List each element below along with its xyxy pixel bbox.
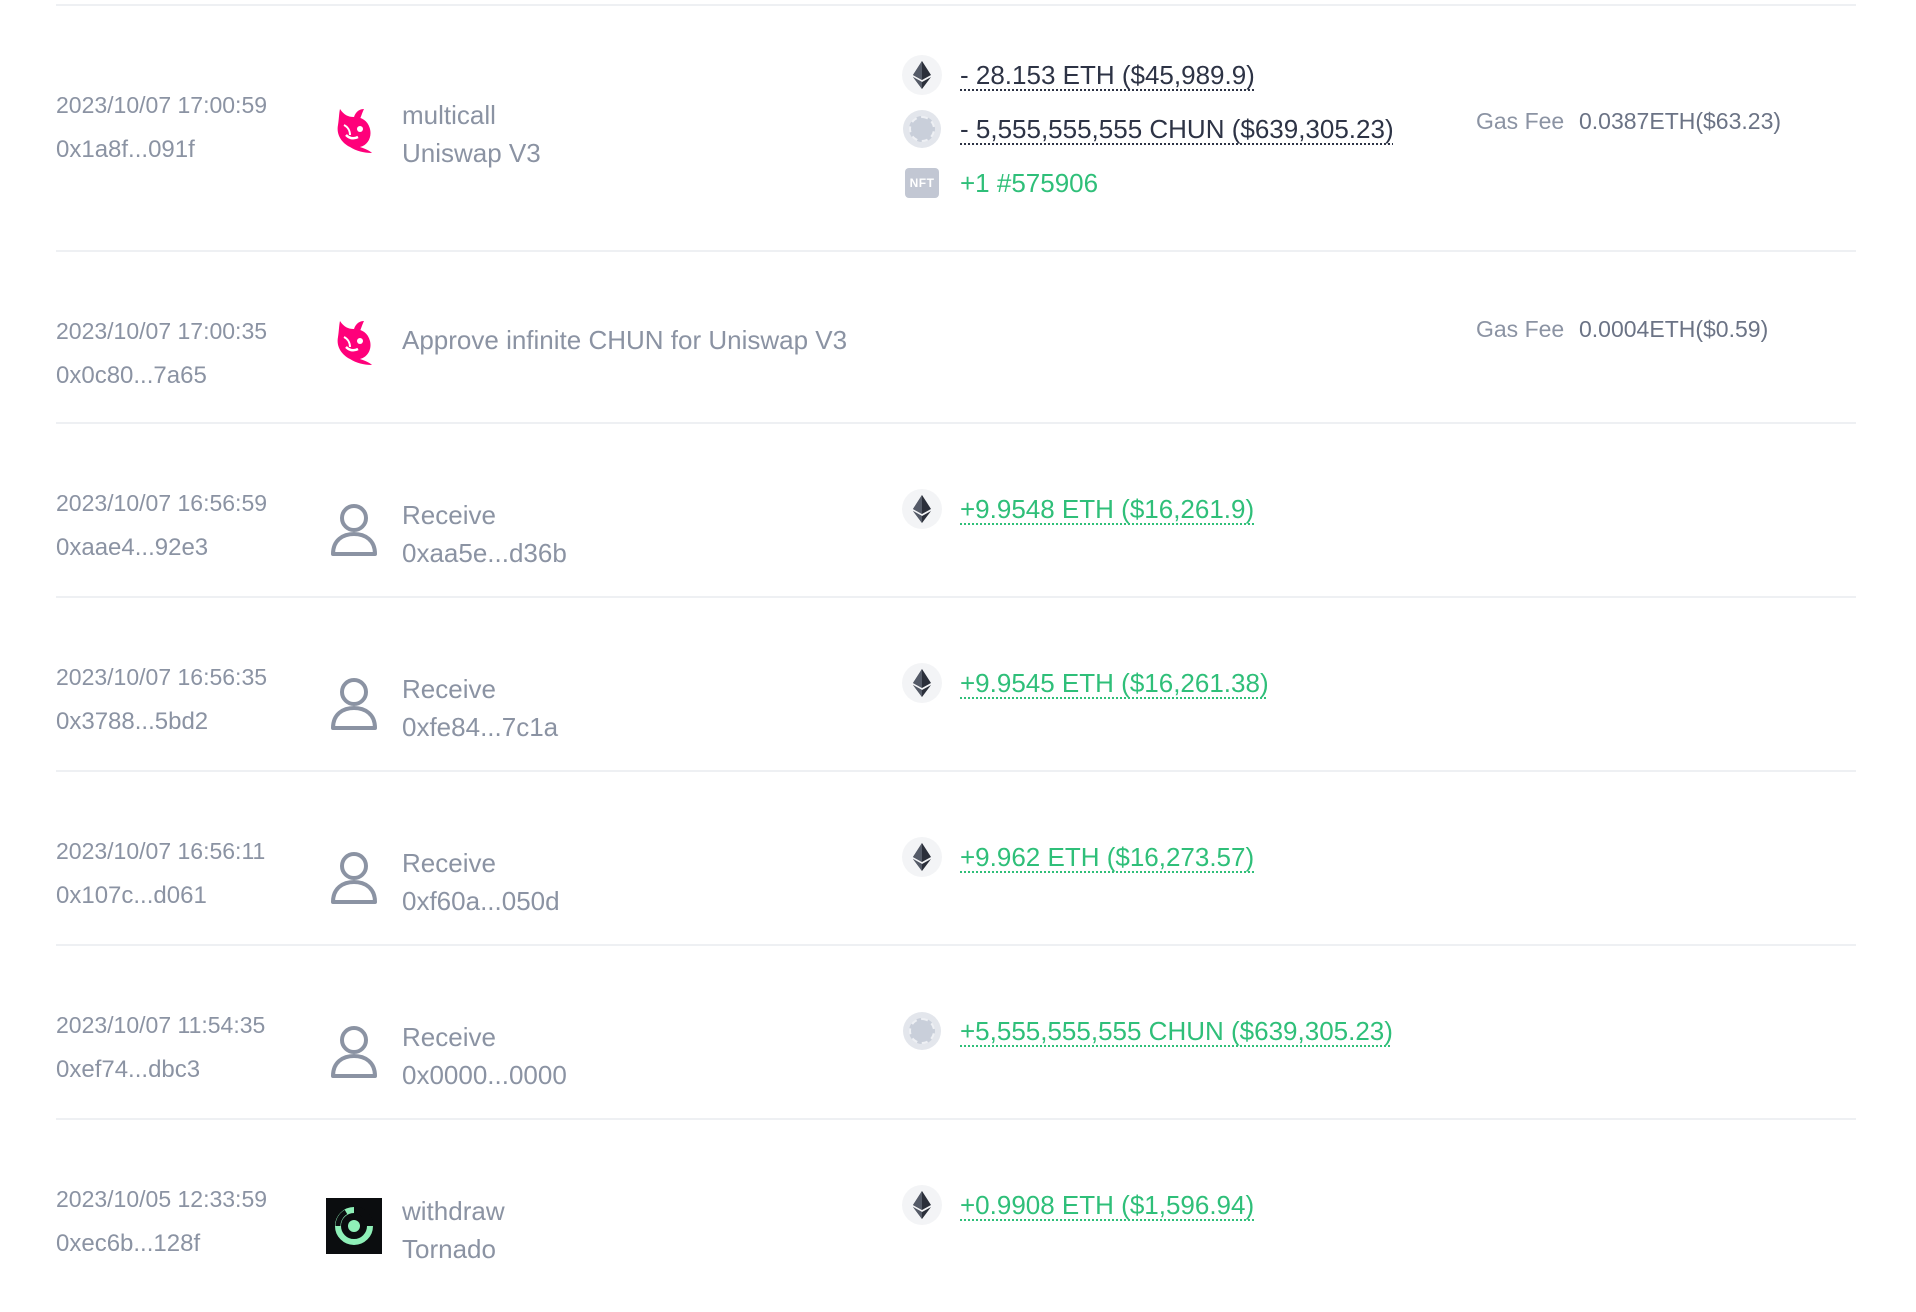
transaction-time-column: 2023/10/05 12:33:59 0xec6b...128f [56,1184,316,1259]
user-icon [326,502,382,558]
transaction-time-column: 2023/10/07 16:56:11 0x107c...d061 [56,836,316,911]
transaction-time-column: 2023/10/07 17:00:59 0x1a8f...091f [56,90,316,165]
token-change-item: NFT +1 #575906 [902,164,1394,202]
token-changes: +9.9545 ETH ($16,261.38) [902,663,1269,703]
transaction-timestamp: 2023/10/07 11:54:35 [56,1012,266,1038]
transaction-project-column: withdraw Tornado [402,1192,505,1268]
transaction-timestamp: 2023/10/05 12:33:59 [56,1186,268,1212]
uniswap-icon [326,102,382,158]
uniswap-icon [326,314,382,370]
token-amount[interactable]: +1 #575906 [960,168,1098,199]
transaction-hash-link[interactable]: 0x107c...d061 [56,881,316,911]
transaction-type-label: Approve infinite CHUN for Uniswap V3 [402,325,848,355]
gas-fee-label: Gas Fee [1476,108,1565,134]
token-changes: +5,555,555,555 CHUN ($639,305.23) [902,1012,1393,1050]
gas-fee-value: 0.0004ETH($0.59) [1579,316,1769,342]
token-changes: +9.9548 ETH ($16,261.9) [902,489,1254,529]
transaction-counterparty[interactable]: 0x0000...0000 [402,1056,567,1094]
transaction-time-column: 2023/10/07 11:54:35 0xef74...dbc3 [56,1010,316,1085]
transaction-timestamp: 2023/10/07 17:00:59 [56,92,268,118]
transaction-type-label: multicall [402,100,496,130]
transaction-project-column: Receive 0xf60a...050d [402,844,560,920]
transaction-hash-link[interactable]: 0xec6b...128f [56,1229,316,1259]
chun-icon [902,1011,942,1051]
token-amount[interactable]: - 5,555,555,555 CHUN ($639,305.23) [960,114,1394,145]
gas-fee-value: 0.0387ETH($63.23) [1579,108,1782,134]
token-change-item: +9.962 ETH ($16,273.57) [902,837,1254,877]
user-icon [326,1024,382,1080]
transaction-timestamp: 2023/10/07 16:56:11 [56,838,266,864]
token-amount[interactable]: +9.9548 ETH ($16,261.9) [960,494,1254,525]
token-change-item: +9.9545 ETH ($16,261.38) [902,663,1269,703]
transaction-row: 2023/10/07 17:00:59 0x1a8f...091f multical… [56,6,1856,252]
token-amount[interactable]: +5,555,555,555 CHUN ($639,305.23) [960,1016,1393,1047]
transaction-type-label: withdraw [402,1196,505,1226]
eth-icon [902,55,942,95]
transaction-hash-link[interactable]: 0x1a8f...091f [56,135,316,165]
transaction-type-label: Receive [402,674,496,704]
gas-fee-label: Gas Fee [1476,316,1565,342]
transaction-hash-link[interactable]: 0x3788...5bd2 [56,707,316,737]
token-change-item: +5,555,555,555 CHUN ($639,305.23) [902,1012,1393,1050]
eth-icon [902,489,942,529]
transaction-project-column: Receive 0xaa5e...d36b [402,496,567,572]
token-change-item: - 28.153 ETH ($45,989.9) [902,55,1394,95]
transaction-project-column: Approve infinite CHUN for Uniswap V3 [402,321,847,359]
token-change-item: +0.9908 ETH ($1,596.94) [902,1185,1254,1225]
token-amount[interactable]: - 28.153 ETH ($45,989.9) [960,60,1255,91]
token-amount[interactable]: +9.962 ETH ($16,273.57) [960,842,1254,873]
transaction-type-label: Receive [402,1022,496,1052]
transaction-time-column: 2023/10/07 16:56:35 0x3788...5bd2 [56,662,316,737]
transaction-counterparty[interactable]: 0xf60a...050d [402,882,560,920]
transaction-row: 2023/10/05 12:33:59 0xec6b...128f withdraw… [56,1120,1856,1312]
gas-fee: Gas Fee 0.0004ETH($0.59) [1476,316,1768,343]
nft-icon: NFT [902,163,942,203]
tornado-icon [326,1198,382,1254]
transaction-project-column: multicall Uniswap V3 [402,96,541,172]
transaction-timestamp: 2023/10/07 17:00:35 [56,318,268,344]
transaction-timestamp: 2023/10/07 16:56:59 [56,490,268,516]
nft-badge-text: NFT [905,168,939,198]
transaction-hash-link[interactable]: 0x0c80...7a65 [56,361,316,391]
eth-icon [902,1185,942,1225]
transaction-time-column: 2023/10/07 17:00:35 0x0c80...7a65 [56,316,316,391]
transaction-row: 2023/10/07 11:54:35 0xef74...dbc3 Receive 0… [56,946,1856,1120]
user-icon [326,676,382,732]
token-changes: +9.962 ETH ($16,273.57) [902,837,1254,877]
transaction-project-column: Receive 0x0000...0000 [402,1018,567,1094]
token-changes: +0.9908 ETH ($1,596.94) [902,1185,1254,1225]
transaction-timestamp: 2023/10/07 16:56:35 [56,664,268,690]
gas-fee: Gas Fee 0.0387ETH($63.23) [1476,108,1781,135]
transaction-row: 2023/10/07 16:56:11 0x107c...d061 Receive 0… [56,772,1856,946]
token-amount[interactable]: +9.9545 ETH ($16,261.38) [960,668,1269,699]
transaction-row: 2023/10/07 16:56:59 0xaae4...92e3 Receive 0… [56,424,1856,598]
transaction-counterparty[interactable]: Tornado [402,1230,505,1268]
transaction-type-label: Receive [402,500,496,530]
transaction-type-label: Receive [402,848,496,878]
transaction-counterparty[interactable]: 0xaa5e...d36b [402,534,567,572]
token-change-item: +9.9548 ETH ($16,261.9) [902,489,1254,529]
eth-icon [902,837,942,877]
user-icon [326,850,382,906]
transaction-counterparty[interactable]: 0xfe84...7c1a [402,708,558,746]
transaction-row: 2023/10/07 17:00:35 0x0c80...7a65 Approve … [56,252,1856,424]
transaction-counterparty[interactable]: Uniswap V3 [402,134,541,172]
transaction-hash-link[interactable]: 0xaae4...92e3 [56,533,316,563]
transaction-hash-link[interactable]: 0xef74...dbc3 [56,1055,316,1085]
transaction-time-column: 2023/10/07 16:56:59 0xaae4...92e3 [56,488,316,563]
transaction-project-column: Receive 0xfe84...7c1a [402,670,558,746]
token-amount[interactable]: +0.9908 ETH ($1,596.94) [960,1190,1254,1221]
chun-icon [902,109,942,149]
token-change-item: - 5,555,555,555 CHUN ($639,305.23) [902,110,1394,148]
eth-icon [902,663,942,703]
token-changes: - 28.153 ETH ($45,989.9) - 5,555,555,555 … [902,55,1394,202]
transaction-row: 2023/10/07 16:56:35 0x3788...5bd2 Receive 0… [56,598,1856,772]
